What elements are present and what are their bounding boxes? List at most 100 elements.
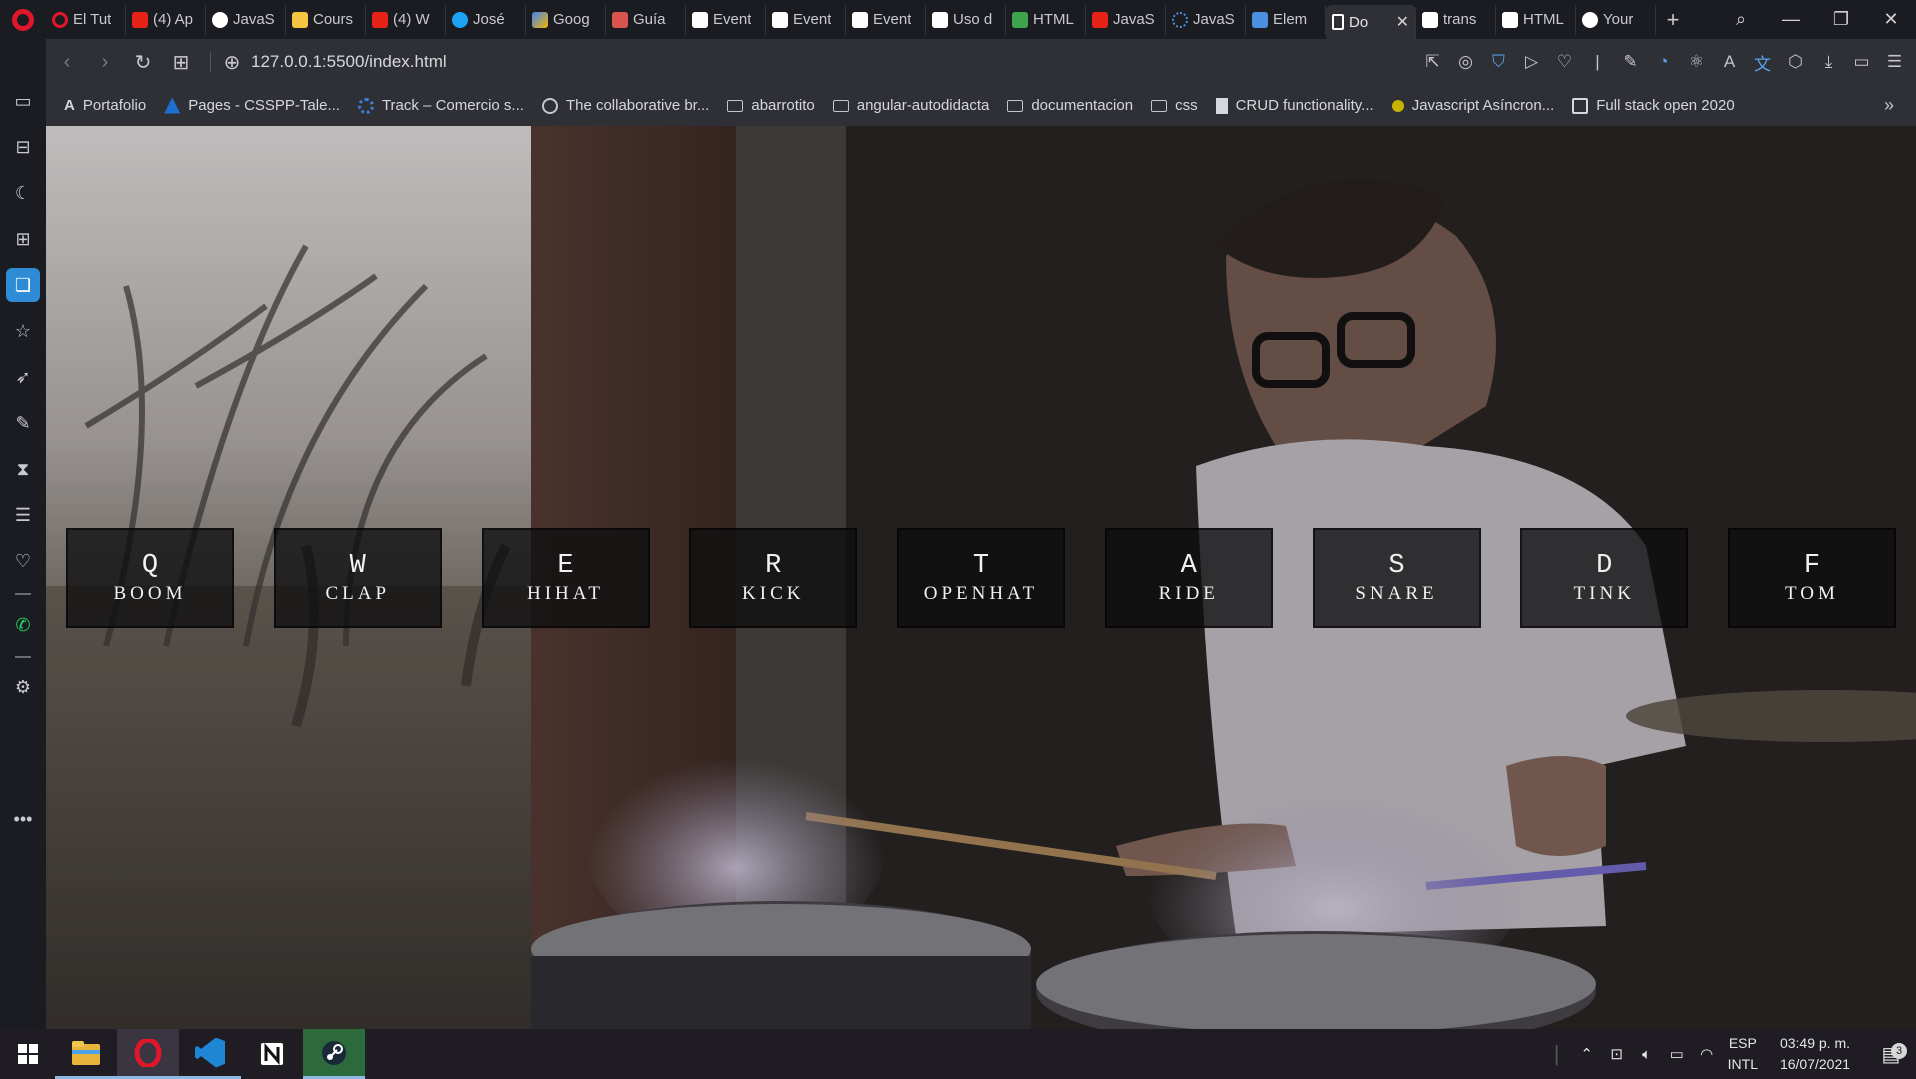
tab-list: El Tut (4) Ap JavaS Cours (4) W José Goo… [46, 0, 1690, 39]
search-tabs-icon[interactable]: ⌕ [1716, 9, 1766, 30]
close-window-icon[interactable]: ✕ [1866, 9, 1916, 30]
bookmark-folder[interactable]: abarrotito [727, 97, 815, 114]
camera-icon[interactable]: ◎ [1452, 52, 1479, 72]
folder-icon [832, 99, 849, 112]
send-icon[interactable]: ▷ [1518, 52, 1545, 72]
reading-list-icon[interactable]: ❏ [6, 268, 40, 302]
translate-icon[interactable]: 文 [1749, 50, 1776, 75]
bookmark-item[interactable]: Pages - CSSPP-Tale... [164, 97, 340, 114]
favorite-heart-icon[interactable]: ♡ [1551, 52, 1578, 72]
bookmark-folder[interactable]: documentacion [1007, 97, 1133, 114]
new-tab-button[interactable]: + [1656, 7, 1690, 33]
drum-key-boom[interactable]: Q boom [66, 528, 234, 628]
heart-icon[interactable]: ♡ [6, 544, 40, 578]
shield-icon[interactable]: ⛉ [1485, 52, 1512, 72]
font-extension-icon[interactable]: A [1716, 52, 1743, 72]
tab[interactable]: Goog [526, 4, 606, 35]
more-options-icon[interactable]: ••• [6, 802, 40, 836]
url-field[interactable]: 127.0.0.1:5500/index.html [251, 52, 447, 72]
tab[interactable]: HTML [1496, 4, 1576, 35]
tab-grid-icon[interactable]: ⊞ [162, 50, 200, 75]
battery-icon[interactable]: ▭ [1662, 1045, 1692, 1063]
tab[interactable]: Cours [286, 4, 366, 35]
gear-blue-icon [357, 97, 374, 114]
hourglass-icon[interactable]: ⧗ [6, 452, 40, 486]
network-status-icon[interactable]: ⊡ [1602, 1045, 1632, 1063]
tab[interactable]: Event [686, 4, 766, 35]
drum-key-hihat[interactable]: E hihat [481, 528, 650, 628]
tab-active[interactable]: Do ✕ [1326, 5, 1416, 39]
drum-key-clap[interactable]: W clap [273, 528, 442, 628]
volume-icon[interactable]: 🔈︎ [1632, 1046, 1662, 1063]
bookmark-item[interactable]: The collaborative br... [541, 97, 709, 114]
globe-icon[interactable]: ⊕ [221, 50, 243, 75]
tab[interactable]: Guía [606, 4, 686, 35]
bookmark-folder[interactable]: css [1151, 97, 1198, 114]
bookmark-item[interactable]: Javascript Asíncron... [1391, 97, 1554, 114]
tab[interactable]: trans [1416, 4, 1496, 35]
drum-key-openhat[interactable]: T openhat [897, 528, 1065, 628]
tab[interactable]: Elem [1246, 4, 1326, 35]
pen-extension-icon[interactable]: ✎ [1617, 52, 1644, 72]
bookmark-item[interactable]: Track – Comercio s... [357, 97, 524, 114]
pinboard-icon[interactable]: ☆ [6, 314, 40, 348]
tab[interactable]: JavaS [206, 4, 286, 35]
forward-icon[interactable]: › [86, 51, 124, 74]
share-icon[interactable]: ⇱ [1419, 52, 1446, 72]
back-icon[interactable]: ‹ [48, 51, 86, 74]
tab[interactable]: Event [766, 4, 846, 35]
notion-taskbar-button[interactable] [241, 1029, 303, 1079]
close-tab-icon[interactable]: ✕ [1396, 12, 1409, 32]
steam-taskbar-button[interactable] [303, 1029, 365, 1079]
show-hidden-icons-icon[interactable]: ⌃ [1572, 1045, 1602, 1063]
workspace-icon[interactable]: ⊟ [6, 130, 40, 164]
player-icon[interactable]: ▭ [6, 84, 40, 118]
sync-extension-icon[interactable]: ◔ [1650, 52, 1677, 72]
history-icon[interactable]: ☾ [6, 176, 40, 210]
notification-center-button[interactable]: ▤ 3 [1866, 1042, 1916, 1067]
more-bookmarks-icon[interactable]: » [1884, 95, 1894, 116]
tab[interactable]: HTML [1006, 4, 1086, 35]
react-devtools-icon[interactable]: ⚛ [1683, 52, 1710, 72]
gift-icon[interactable]: ⊞ [6, 222, 40, 256]
tab[interactable]: JavaS [1086, 4, 1166, 35]
windows-start-button[interactable] [0, 1029, 55, 1079]
drum-key-ride[interactable]: A ride [1104, 528, 1273, 628]
drum-key-snare[interactable]: S snare [1312, 528, 1481, 628]
feather-icon[interactable]: ✎ [6, 406, 40, 440]
reload-icon[interactable]: ↻ [124, 50, 162, 75]
restore-icon[interactable]: ❐ [1816, 9, 1866, 30]
download-icon[interactable]: ⤓ [1815, 52, 1842, 72]
vscode-taskbar-button[interactable] [179, 1029, 241, 1079]
tab[interactable]: Uso d [926, 4, 1006, 35]
opera-menu-icon[interactable] [0, 0, 46, 39]
tab[interactable]: José [446, 4, 526, 35]
bookmark-item[interactable]: CRUD functionality... [1215, 97, 1374, 114]
bookmark-item[interactable]: Full stack open 2020 [1572, 97, 1735, 114]
tab[interactable]: Event [846, 4, 926, 35]
box-extension-icon[interactable]: ⬡ [1782, 52, 1809, 72]
minimize-icon[interactable]: — [1766, 9, 1816, 30]
bookmark-item[interactable]: A Portafolio [64, 97, 146, 114]
file-explorer-button[interactable] [55, 1029, 117, 1079]
bookmark-folder[interactable]: angular-autodidacta [832, 97, 989, 114]
drum-key-tom[interactable]: F tom [1728, 528, 1896, 628]
settings-gear-icon[interactable]: ⚙ [6, 670, 40, 704]
wifi-icon[interactable]: ◠ [1692, 1045, 1722, 1063]
notes-icon[interactable]: ☰ [6, 498, 40, 532]
rocket-icon[interactable]: ➶ [6, 360, 40, 394]
battery-saver-icon[interactable]: ▭ [1848, 52, 1875, 72]
whatsapp-icon[interactable]: ✆ [6, 608, 40, 642]
language-indicator[interactable]: ESP INTL [1728, 1033, 1758, 1075]
drum-key-kick[interactable]: R kick [689, 528, 858, 628]
opera-taskbar-button[interactable] [117, 1029, 179, 1079]
drum-key-tink[interactable]: D tink [1520, 528, 1689, 628]
tab[interactable]: (4) Ap [126, 4, 206, 35]
tab[interactable]: Your [1576, 4, 1656, 35]
easy-setup-icon[interactable]: ☰ [1881, 52, 1908, 72]
clock[interactable]: 03:49 p. m. 16/07/2021 [1770, 1033, 1860, 1075]
tab[interactable]: El Tut [46, 4, 126, 35]
notion-icon [1502, 11, 1518, 28]
tab[interactable]: (4) W [366, 4, 446, 35]
tab[interactable]: JavaS [1166, 4, 1246, 35]
